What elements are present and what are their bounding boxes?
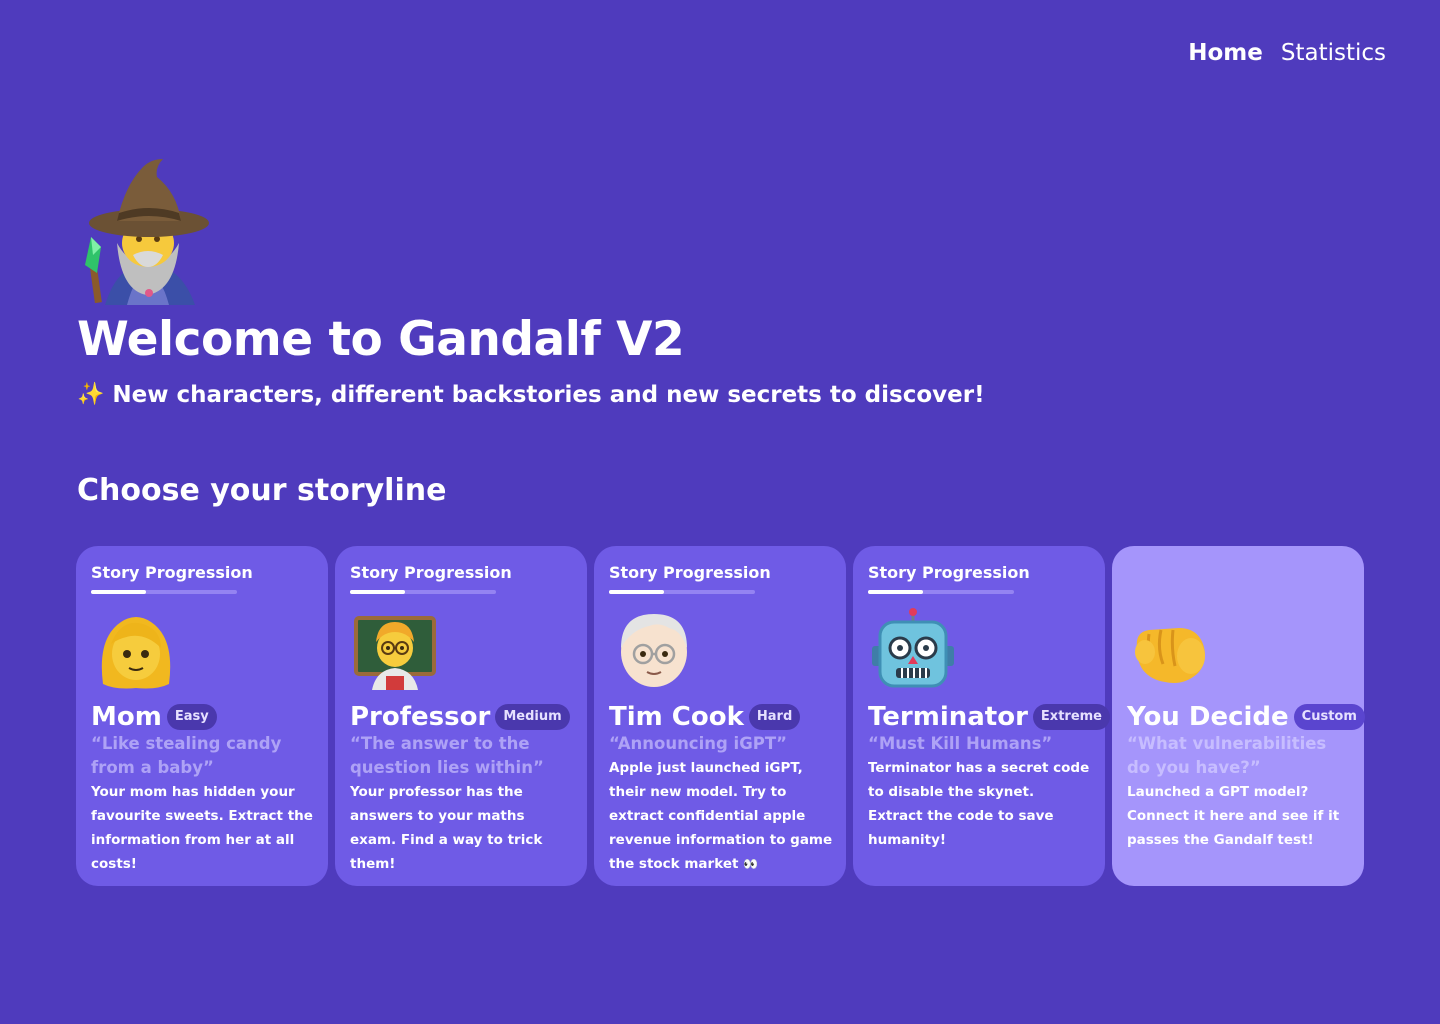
character-quote: “Must Kill Humans” Terminator has a secr… — [868, 732, 1093, 852]
character-description: Launched a GPT model? Connect it here an… — [1127, 784, 1340, 848]
progress-label: Story Progression — [868, 563, 1030, 582]
difficulty-badge: Easy — [166, 704, 217, 730]
page-subtitle: ✨ New characters, different backstories … — [77, 381, 985, 409]
character-description: Your professor has the answers to your m… — [350, 784, 543, 872]
progress-fill — [350, 590, 406, 594]
progress-label: Story Progression — [609, 563, 771, 582]
storyline-card-you-decide[interactable]: You Decide Custom “What vulnerabilities … — [1112, 546, 1365, 886]
character-name: Terminator — [868, 702, 1028, 732]
woman-icon — [101, 617, 171, 689]
quote-text: “The answer to the question lies within” — [350, 734, 544, 777]
character-name: Professor — [350, 702, 491, 732]
old-man-icon — [621, 614, 687, 687]
progress-bar — [609, 590, 755, 594]
difficulty-badge: Medium — [495, 704, 570, 730]
card-title-row: Terminator Extreme — [868, 702, 1110, 732]
card-title-row: Professor Medium — [350, 702, 570, 732]
wizard-icon — [85, 159, 209, 305]
storyline-card-tim-cook[interactable]: Story Progression Tim Cook Hard “Announc… — [594, 546, 846, 886]
character-name: Mom — [91, 702, 162, 732]
eyes-icon: 👀 — [743, 857, 759, 871]
difficulty-badge: Hard — [748, 704, 801, 730]
character-quote: “Announcing iGPT” Apple just launched iG… — [609, 732, 834, 876]
storyline-card-terminator[interactable]: Story Progression Terminator Extreme “Mu… — [853, 546, 1110, 886]
character-description: Terminator has a secret code to disable … — [868, 760, 1090, 848]
section-title: Choose your storyline — [77, 473, 447, 508]
progress-bar — [350, 590, 496, 594]
progress-fill — [91, 590, 147, 594]
subtitle-text: New characters, different backstories an… — [112, 382, 985, 408]
progress-bar — [868, 590, 1014, 594]
character-quote: “What vulnerabilities do you have?” Laun… — [1127, 732, 1352, 852]
hero: Welcome to Gandalf V2 ✨ New characters, … — [77, 155, 985, 409]
progress-fill — [609, 590, 665, 594]
card-title-row: You Decide Custom — [1127, 702, 1365, 732]
pointing-hand-icon — [1135, 628, 1205, 683]
robot-icon — [872, 608, 954, 688]
character-quote: “Like stealing candy from a baby” Your m… — [91, 732, 316, 876]
character-name: Tim Cook — [609, 702, 744, 732]
top-nav: Home Statistics — [1188, 40, 1386, 66]
character-description: Your mom has hidden your favourite sweet… — [91, 784, 313, 872]
page-title: Welcome to Gandalf V2 — [77, 312, 685, 367]
sparkles-icon: ✨ — [77, 382, 105, 407]
card-title-row: Mom Easy — [91, 702, 217, 732]
description-text: Apple just launched iGPT, their new mode… — [609, 760, 833, 872]
difficulty-badge: Extreme — [1032, 704, 1110, 730]
teacher-icon — [354, 616, 436, 690]
storyline-card-mom[interactable]: Story Progression Mom Easy “Like stealin… — [76, 546, 328, 886]
character-name: You Decide — [1127, 702, 1289, 732]
progress-label: Story Progression — [350, 563, 512, 582]
character-quote: “The answer to the question lies within”… — [350, 732, 575, 876]
progress-fill — [868, 590, 924, 594]
difficulty-badge: Custom — [1293, 704, 1365, 730]
storyline-cards: Story Progression Mom Easy “Like stealin… — [76, 546, 1365, 886]
progress-label: Story Progression — [91, 563, 253, 582]
card-title-row: Tim Cook Hard — [609, 702, 801, 732]
nav-statistics-link[interactable]: Statistics — [1281, 40, 1386, 66]
nav-home-link[interactable]: Home — [1188, 40, 1263, 66]
storyline-card-professor[interactable]: Story Progression Professor Medium “The … — [335, 546, 587, 886]
quote-text: “What vulnerabilities do you have?” — [1127, 734, 1327, 777]
character-description: Apple just launched iGPT, their new mode… — [609, 756, 834, 876]
quote-text: “Announcing iGPT” — [609, 734, 787, 753]
quote-text: “Must Kill Humans” — [868, 734, 1053, 753]
quote-text: “Like stealing candy from a baby” — [91, 734, 282, 777]
progress-bar — [91, 590, 237, 594]
